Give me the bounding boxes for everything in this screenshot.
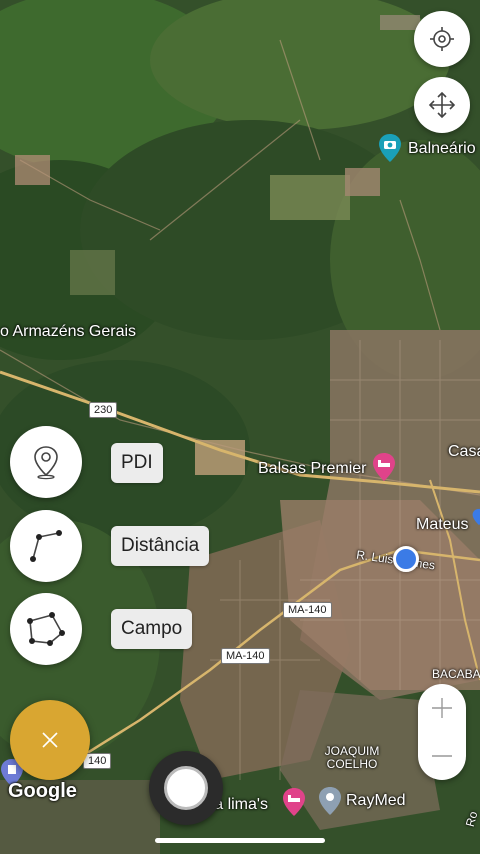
neighborhood-label-joaquim-coelho: JOAQUIM COELHO <box>324 744 380 771</box>
capture-button[interactable] <box>149 751 223 825</box>
map-pin-icon <box>34 446 58 480</box>
place-pin-icon[interactable] <box>318 786 342 816</box>
home-indicator <box>155 838 325 843</box>
place-label-balneario[interactable]: Balneário <box>408 140 476 158</box>
plus-icon <box>432 698 452 718</box>
road-shield-ma140: MA-140 <box>283 602 332 618</box>
place-label-armazens[interactable]: o Armazéns Gerais <box>0 323 136 341</box>
polygon-icon <box>27 612 65 646</box>
close-icon <box>42 732 58 748</box>
poi-tool-button[interactable] <box>10 426 82 498</box>
locate-button[interactable] <box>414 11 470 67</box>
zoom-control <box>418 684 466 780</box>
place-label-casa[interactable]: Casa <box>448 443 480 461</box>
place-label-balsas-premier[interactable]: Balsas Premier <box>258 460 366 478</box>
place-label-mateus[interactable]: Mateus <box>416 516 468 534</box>
zoom-in-button[interactable] <box>418 684 466 732</box>
capture-button-inner <box>164 766 208 810</box>
hotel-pin-icon[interactable] <box>372 452 396 482</box>
polyline-icon <box>30 530 62 562</box>
google-attribution: Google <box>8 780 77 802</box>
poi-tool-label[interactable]: PDI <box>111 443 163 483</box>
area-tool-button[interactable] <box>10 593 82 665</box>
crosshair-icon <box>430 27 454 51</box>
hotel-pin-icon[interactable] <box>282 787 306 817</box>
area-tool-label[interactable]: Campo <box>111 609 193 649</box>
close-tools-button[interactable] <box>10 700 90 780</box>
camera-pin-icon[interactable] <box>378 133 402 163</box>
minus-icon <box>432 755 452 757</box>
move-arrows-icon <box>428 91 456 119</box>
road-shield-ma140: 140 <box>83 753 112 769</box>
place-label-raymed[interactable]: RayMed <box>346 792 406 810</box>
road-shield-br230: 230 <box>89 402 118 418</box>
distance-tool-button[interactable] <box>10 510 82 582</box>
current-location-dot <box>393 546 419 572</box>
place-pin-icon[interactable] <box>472 508 480 526</box>
move-button[interactable] <box>414 77 470 133</box>
distance-tool-label[interactable]: Distância <box>111 526 210 566</box>
zoom-out-button[interactable] <box>418 732 466 780</box>
road-shield-ma140: MA-140 <box>221 648 270 664</box>
neighborhood-label-bacaba: BACABA <box>432 667 480 681</box>
